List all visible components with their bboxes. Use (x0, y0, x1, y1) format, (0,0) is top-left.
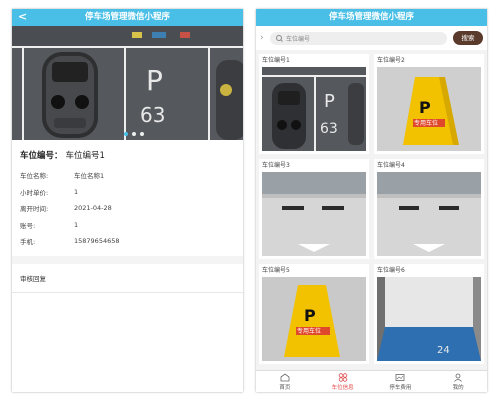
svg-text:63: 63 (320, 121, 338, 137)
card-label: 车位编号3 (262, 162, 290, 169)
card-image: P 63 (262, 67, 366, 151)
card-image: 24 (377, 277, 481, 361)
card-label: 车位编号5 (262, 267, 290, 274)
svg-text:专用车位: 专用车位 (297, 327, 321, 335)
app-title: 停车场管理微信小程序 (328, 12, 414, 22)
section-divider (12, 255, 243, 264)
list-screen: 停车场管理微信小程序 › 车位编号 搜索 车位编号1 P 63 车位编号2 P … (256, 9, 487, 392)
tab-parking-fees[interactable]: 停车费用 (372, 371, 430, 392)
tab-home[interactable]: 首页 (256, 371, 314, 392)
info-row-price: 小时单价: 1 (20, 187, 79, 197)
detail-header: < 停车场管理微信小程序 (12, 9, 243, 26)
review-reply[interactable]: 审核回复 (12, 264, 243, 293)
carousel-dot[interactable] (140, 132, 144, 136)
svg-text:专用车位: 专用车位 (414, 119, 438, 127)
card-label: 车位编号1 (262, 57, 290, 64)
carousel-dot-active[interactable] (124, 132, 128, 136)
user-icon (452, 373, 464, 383)
info-row-phone: 手机: 15879654658 (20, 237, 120, 247)
info-row-name: 车位名称: 车位名称1 (20, 172, 105, 181)
search-icon (276, 35, 282, 41)
card-image: P 专用车位 (262, 277, 366, 361)
bottom-tab-bar: 首页 车位信息 停车费用 我的 (256, 370, 487, 392)
home-icon (279, 373, 291, 383)
search-placeholder: 车位编号 (286, 35, 311, 43)
parking-grid: 车位编号1 P 63 车位编号2 P 专用车位 车位编号3 车位编号4 车位编号… (256, 50, 487, 364)
ticket-icon (394, 373, 406, 383)
parking-lot-photo: P 63 (12, 26, 243, 140)
grid-icon (337, 373, 349, 383)
search-bar: › 车位编号 搜索 (256, 26, 487, 50)
parking-card[interactable]: 车位编号6 24 (374, 264, 484, 364)
app-title: 停车场管理微信小程序 (84, 12, 170, 22)
card-label: 车位编号2 (377, 57, 405, 64)
parking-card[interactable]: 车位编号1 P 63 (259, 54, 369, 154)
svg-text:63: 63 (140, 103, 165, 127)
list-header: 停车场管理微信小程序 (256, 9, 487, 26)
card-image (262, 172, 366, 256)
info-row-account: 账号: 1 (20, 220, 79, 230)
svg-text:24: 24 (437, 345, 450, 356)
svg-text:P: P (146, 64, 163, 97)
tab-mine[interactable]: 我的 (429, 371, 487, 392)
parking-card[interactable]: 车位编号4 (374, 159, 484, 259)
space-number-title: 车位编号： 车位编号1 (12, 140, 243, 167)
title-value: 车位编号1 (65, 151, 105, 161)
parking-card[interactable]: 车位编号2 P 专用车位 (374, 54, 484, 154)
info-list: 车位名称: 车位名称1 小时单价: 1 离开时间: 2021-04-28 账号:… (12, 167, 243, 250)
svg-text:P: P (304, 306, 316, 325)
svg-text:P: P (324, 91, 335, 112)
tab-parking-info[interactable]: 车位信息 (314, 371, 372, 392)
search-button[interactable]: 搜索 (453, 31, 483, 45)
search-input[interactable]: 车位编号 (270, 31, 447, 45)
info-row-leave-time: 离开时间: 2021-04-28 (20, 204, 112, 214)
chevron-right-icon[interactable]: › (260, 33, 270, 43)
parking-card[interactable]: 车位编号3 (259, 159, 369, 259)
title-label: 车位编号： (20, 151, 63, 161)
svg-text:P: P (419, 98, 431, 117)
card-label: 车位编号6 (377, 267, 405, 274)
card-image (377, 172, 481, 256)
parking-photo-carousel[interactable]: P 63 (12, 26, 243, 140)
card-label: 车位编号4 (377, 162, 405, 169)
back-button[interactable]: < (18, 9, 27, 25)
card-image: P 专用车位 (377, 67, 481, 151)
carousel-dot[interactable] (132, 132, 136, 136)
detail-screen: < 停车场管理微信小程序 P 63 车位编号： 车位编号1 车位名称: 车位名称… (12, 9, 243, 392)
parking-card[interactable]: 车位编号5 P 专用车位 (259, 264, 369, 364)
